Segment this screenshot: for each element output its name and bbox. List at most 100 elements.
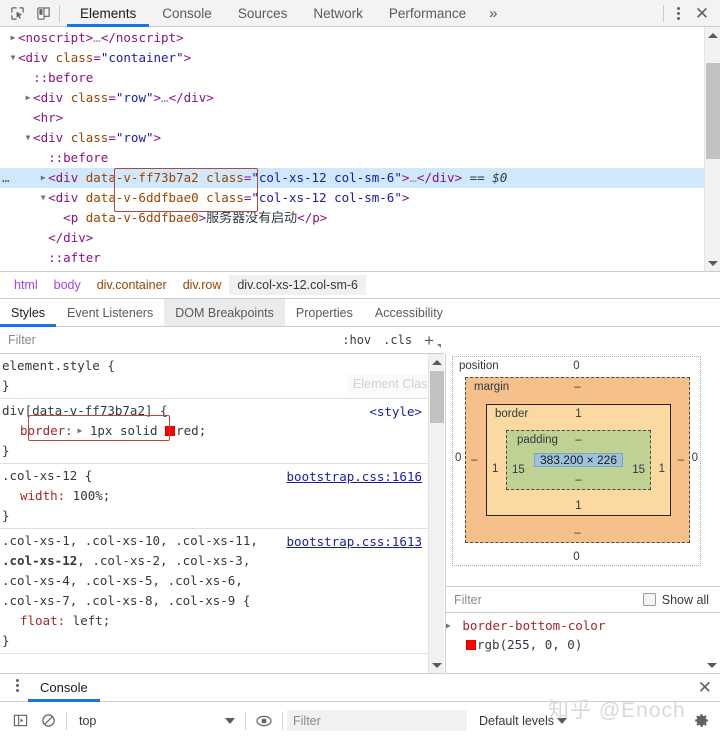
- box-model-padding-bottom[interactable]: –: [507, 474, 650, 486]
- tab-console[interactable]: Console: [149, 0, 225, 26]
- style-rule-selector[interactable]: element.style {: [0, 356, 428, 376]
- sidebar-tabs[interactable]: Styles Event Listeners DOM Breakpoints Prop…: [0, 299, 720, 327]
- style-declaration[interactable]: border: ▶ 1px solid red;: [0, 421, 428, 441]
- console-levels-selector[interactable]: Default levels: [479, 714, 568, 728]
- computed-property-row[interactable]: ▶ border-bottom-color rgb(255, 0, 0): [446, 616, 720, 654]
- chevron-right-icon[interactable]: ▶: [8, 28, 18, 48]
- style-rule-source-link[interactable]: <style>: [369, 402, 422, 422]
- style-property-name[interactable]: border:: [20, 423, 73, 438]
- dom-tree-row[interactable]: ▶<p data-v-6ddfbae0>服务器没有启动</p>: [0, 208, 720, 228]
- box-model-border-right[interactable]: 1: [659, 463, 665, 475]
- kebab-menu-icon[interactable]: [667, 2, 689, 24]
- computed-scrollbar[interactable]: [704, 586, 720, 673]
- box-model-padding-top[interactable]: –: [507, 434, 650, 446]
- dom-tree-panel[interactable]: ▶ <noscript>…</noscript> ▼ <div class="cont…: [0, 27, 720, 271]
- chevron-right-icon[interactable]: ▶: [23, 88, 33, 108]
- device-toolbar-icon[interactable]: [30, 1, 56, 26]
- style-property-name[interactable]: width:: [20, 488, 65, 503]
- styles-rules-list[interactable]: element.style {} <style> div[data-v-ff73b7…: [0, 354, 428, 673]
- box-model-border-top[interactable]: 1: [487, 408, 670, 420]
- dom-tree-row[interactable]: ▼ <div data-v-6ddfbae0 class="col-xs-12 c…: [0, 188, 720, 208]
- gear-icon[interactable]: [688, 708, 714, 734]
- style-rule[interactable]: bootstrap.css:1616 .col-xs-12 {width: 100…: [0, 464, 428, 529]
- style-rule-source-link[interactable]: bootstrap.css:1613: [287, 532, 422, 552]
- styles-filter-input[interactable]: [0, 332, 337, 348]
- close-icon[interactable]: ✕: [689, 2, 715, 24]
- breadcrumb-item[interactable]: body: [46, 275, 89, 295]
- color-swatch-icon[interactable]: [165, 426, 176, 436]
- style-rule[interactable]: <style> div[data-v-ff73b7a2] {border: ▶ 1…: [0, 399, 428, 464]
- toggle-hov-button[interactable]: :hov: [336, 333, 377, 347]
- dom-tree-row[interactable]: ▼ <div class="container">: [0, 48, 720, 68]
- sidebar-tab-properties[interactable]: Properties: [285, 299, 364, 326]
- chevron-down-icon[interactable]: ▼: [38, 188, 48, 208]
- box-model-border-bottom[interactable]: 1: [487, 500, 670, 512]
- chevron-down-icon[interactable]: ▼: [23, 128, 33, 148]
- color-swatch-icon[interactable]: [466, 640, 476, 650]
- breadcrumb-item[interactable]: html: [6, 275, 46, 295]
- box-model-margin-left[interactable]: –: [471, 454, 477, 466]
- style-declaration[interactable]: width: 100%;: [0, 486, 428, 506]
- more-tabs-chevron-icon[interactable]: »: [479, 0, 507, 26]
- drawer-tab-console[interactable]: Console: [28, 674, 100, 702]
- computed-scroll-down-icon[interactable]: [704, 657, 720, 673]
- expand-chevron-icon[interactable]: ▶: [446, 621, 451, 630]
- box-model-margin-top[interactable]: –: [466, 381, 689, 393]
- dom-tree-row[interactable]: ▶<hr>: [0, 108, 720, 128]
- box-model-diagram[interactable]: position 0 0 0 0 margin – – – – border 1…: [446, 354, 705, 586]
- drawer-close-icon[interactable]: ✕: [698, 674, 720, 701]
- box-model-content-size[interactable]: 383.200 × 226: [534, 453, 623, 467]
- style-property-value-keyword[interactable]: red;: [176, 423, 206, 438]
- sidebar-tab-event-listeners[interactable]: Event Listeners: [56, 299, 164, 326]
- dom-tree-row[interactable]: ▶::before: [0, 148, 720, 168]
- dom-tree[interactable]: ▶ <noscript>…</noscript> ▼ <div class="cont…: [0, 27, 720, 268]
- dom-scroll-thumb[interactable]: [706, 63, 720, 159]
- styles-scroll-thumb[interactable]: [430, 371, 444, 423]
- dom-tree-row[interactable]: ▶</div>: [0, 228, 720, 248]
- styles-scroll-down-icon[interactable]: [429, 657, 445, 673]
- style-property-name[interactable]: float:: [20, 613, 65, 628]
- chevron-right-icon[interactable]: ▶: [38, 168, 48, 188]
- dom-tree-row[interactable]: ▶ <div class="row">…</div>: [0, 88, 720, 108]
- style-rule-source-link[interactable]: bootstrap.css:1616: [287, 467, 422, 487]
- dom-tree-row[interactable]: ▶ <noscript>…</noscript>: [0, 28, 720, 48]
- style-property-value[interactable]: left;: [65, 613, 111, 628]
- breadcrumb-item[interactable]: div.col-xs-12.col-sm-6: [229, 275, 366, 295]
- console-filter-input[interactable]: [287, 710, 467, 731]
- scroll-up-icon[interactable]: [705, 27, 720, 43]
- dom-tree-row[interactable]: ▼ <div class="row">: [0, 128, 720, 148]
- breadcrumb[interactable]: html body div.container div.row div.col-xs-1…: [0, 271, 720, 299]
- box-model-margin-right[interactable]: –: [678, 454, 684, 466]
- box-model-border-left[interactable]: 1: [492, 463, 498, 475]
- style-rule-selector[interactable]: div[data-v-ff73b7a2] {: [0, 401, 428, 421]
- sidebar-tab-styles[interactable]: Styles: [0, 299, 57, 327]
- styles-scrollbar[interactable]: [428, 354, 444, 673]
- box-model-position-bottom[interactable]: 0: [453, 551, 700, 563]
- box-model-position-left[interactable]: 0: [455, 452, 461, 464]
- tab-elements[interactable]: Elements: [67, 0, 150, 27]
- toggle-cls-button[interactable]: .cls: [377, 333, 418, 347]
- styles-scroll-up-icon[interactable]: [429, 354, 445, 370]
- box-model-position-top[interactable]: 0: [453, 360, 700, 372]
- dom-tree-row[interactable]: ▶::after: [0, 248, 720, 268]
- tab-sources[interactable]: Sources: [225, 0, 301, 26]
- clear-console-icon[interactable]: [34, 708, 62, 734]
- sidebar-tab-accessibility[interactable]: Accessibility: [364, 299, 454, 326]
- box-model-margin-bottom[interactable]: –: [466, 527, 689, 539]
- style-rule[interactable]: bootstrap.css:1613 .col-xs-1, .col-xs-10,…: [0, 529, 428, 654]
- dom-tree-row[interactable]: ▶::before: [0, 68, 720, 88]
- style-declaration[interactable]: float: left;: [0, 611, 428, 631]
- box-model-position-right[interactable]: 0: [692, 452, 698, 464]
- style-property-value[interactable]: 100%;: [65, 488, 111, 503]
- computed-properties-list[interactable]: ▶ border-bottom-color rgb(255, 0, 0): [446, 613, 720, 673]
- style-property-value[interactable]: 1px solid: [82, 423, 165, 438]
- show-all-checkbox[interactable]: [642, 593, 656, 606]
- drawer-kebab-menu-icon[interactable]: [6, 674, 28, 696]
- inspect-cursor-icon[interactable]: [4, 1, 30, 26]
- console-context-selector[interactable]: top: [71, 714, 241, 728]
- box-model-padding-right[interactable]: 15: [632, 464, 645, 476]
- console-sidebar-icon[interactable]: [6, 708, 34, 734]
- live-expression-icon[interactable]: [250, 708, 278, 734]
- breadcrumb-item[interactable]: div.container: [89, 275, 175, 295]
- sidebar-tab-dom-breakpoints[interactable]: DOM Breakpoints: [164, 299, 285, 326]
